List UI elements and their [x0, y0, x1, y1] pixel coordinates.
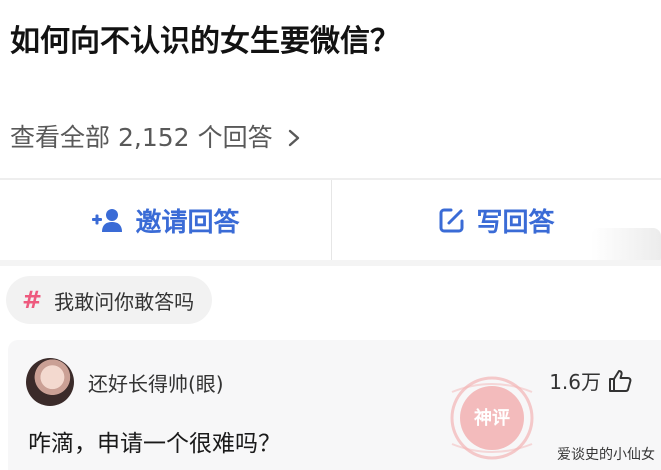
- view-all-prefix: 查看全部: [10, 123, 111, 152]
- add-user-icon: [92, 209, 123, 232]
- featured-comment-stamp: 神评: [450, 376, 534, 460]
- edit-icon: [439, 208, 464, 233]
- actions-separator: [331, 180, 332, 260]
- thumbs-up-icon: [609, 369, 632, 392]
- chevron-right-icon: [288, 129, 299, 147]
- answer-count: 2,152: [118, 123, 190, 152]
- watermark: 爱谈史的小仙女: [557, 447, 655, 463]
- view-all-suffix: 个回答: [197, 123, 273, 152]
- svg-text:神评: 神评: [474, 407, 510, 429]
- avatar[interactable]: [26, 358, 74, 406]
- view-all-answers-link[interactable]: 查看全部 2,152 个回答: [10, 118, 303, 158]
- like-button[interactable]: 1.6万: [549, 366, 633, 395]
- write-answer-label: 写回答: [476, 207, 555, 238]
- section-divider: [0, 260, 661, 266]
- answer-text: 咋滴，申请一个很难吗？: [28, 431, 281, 457]
- invite-answer-label: 邀请回答: [135, 207, 240, 238]
- question-title: 如何向不认识的女生要微信？: [10, 24, 400, 59]
- like-count: 1.6万: [549, 370, 601, 394]
- topic-label: 我敢问你敢答吗: [54, 289, 195, 314]
- invite-answer-button[interactable]: 邀请回答: [0, 180, 331, 260]
- question-page: 如何向不认识的女生要微信？ 查看全部 2,152 个回答 邀请回答 写回答 # …: [0, 0, 661, 470]
- topic-tag[interactable]: # 我敢问你敢答吗: [6, 276, 213, 324]
- hashtag-icon: #: [22, 286, 43, 314]
- author-name[interactable]: 还好长得帅(眼): [88, 368, 224, 397]
